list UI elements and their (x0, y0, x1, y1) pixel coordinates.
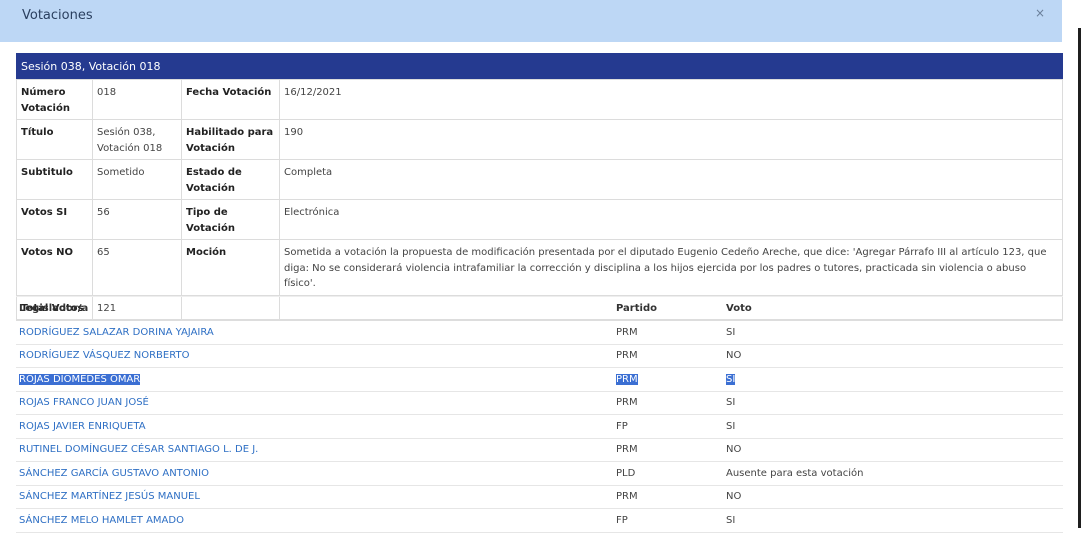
details-row: Título Sesión 038, Votación 018 Habilita… (16, 119, 1063, 160)
votos-no-label: Votos NO (16, 239, 93, 296)
titulo-label: Título (16, 119, 93, 160)
partido-header[interactable]: Partido (613, 296, 723, 321)
vote-cell: SI (723, 391, 1063, 415)
table-header-row: Legislador/a Partido Voto (16, 296, 1063, 321)
vote-cell-wrap: SI (723, 367, 1063, 392)
votos-si-value: 56 (92, 199, 182, 240)
habilitado-value: 190 (279, 119, 1063, 160)
vote-cell: NO (723, 485, 1063, 509)
fecha-label: Fecha Votación (181, 79, 280, 120)
party-cell: FP (613, 508, 723, 533)
table-row: SÁNCHEZ GARCÍA GUSTAVO ANTONIO PLD Ausen… (16, 461, 1063, 486)
legislator-name-link[interactable]: RODRÍGUEZ VÁSQUEZ NORBERTO (16, 344, 613, 368)
legislator-name-link[interactable]: RODRÍGUEZ SALAZAR DORINA YAJAIRA (16, 320, 613, 345)
fecha-value: 16/12/2021 (279, 79, 1063, 120)
vote-cell: SI (726, 373, 736, 385)
table-row: ROJAS JAVIER ENRIQUETA FP SI (16, 414, 1063, 439)
mocion-label: Moción (181, 239, 280, 296)
legislador-header[interactable]: Legislador/a (16, 296, 613, 321)
details-row: Subtitulo Sometido Estado de Votación Co… (16, 159, 1063, 200)
party-cell: PRM (613, 438, 723, 462)
modal-title: Votaciones (22, 8, 93, 23)
party-cell: PRM (613, 320, 723, 345)
party-cell: PRM (613, 485, 723, 509)
vote-cell: NO (723, 344, 1063, 368)
details-row: Votos NO 65 Moción Sometida a votación l… (16, 239, 1063, 296)
vote-cell: SI (723, 414, 1063, 439)
legislator-name-link[interactable]: SÁNCHEZ MELO HAMLET AMADO (16, 508, 613, 533)
party-cell: PRM (613, 391, 723, 415)
numero-value: 018 (92, 79, 182, 120)
habilitado-label: Habilitado para Votación (181, 119, 280, 160)
table-row: ROJAS FRANCO JUAN JOSÉ PRM SI (16, 391, 1063, 415)
tipo-label: Tipo de Votación (181, 199, 280, 240)
legislator-name-link[interactable]: ROJAS DIÓMEDES OMAR (19, 373, 141, 385)
table-row: RODRÍGUEZ SALAZAR DORINA YAJAIRA PRM SI (16, 320, 1063, 345)
modal-header: Votaciones × (0, 0, 1062, 42)
legislator-name-link[interactable]: RUTINEL DOMÍNGUEZ CÉSAR SANTIAGO L. DE J… (16, 438, 613, 462)
subtitulo-label: Subtitulo (16, 159, 93, 200)
table-row: SÁNCHEZ MARTÍNEZ JESÚS MANUEL PRM NO (16, 485, 1063, 509)
party-cell: FP (613, 414, 723, 439)
legislators-table: Legislador/a Partido Voto RODRÍGUEZ SALA… (16, 296, 1063, 533)
details-row: Votos SI 56 Tipo de Votación Electrónica (16, 199, 1063, 240)
numero-label: Número Votación (16, 79, 93, 120)
vote-cell: SI (723, 320, 1063, 345)
vote-cell: NO (723, 438, 1063, 462)
table-row: RUTINEL DOMÍNGUEZ CÉSAR SANTIAGO L. DE J… (16, 438, 1063, 462)
legislator-name-link[interactable]: SÁNCHEZ MARTÍNEZ JESÚS MANUEL (16, 485, 613, 509)
party-cell: PRM (613, 344, 723, 368)
close-icon[interactable]: × (1035, 6, 1045, 20)
voto-header[interactable]: Voto (723, 296, 1063, 321)
table-row: SÁNCHEZ MELO HAMLET AMADO FP SI (16, 508, 1063, 533)
details-row: Número Votación 018 Fecha Votación 16/12… (16, 79, 1063, 120)
mocion-value: Sometida a votación la propuesta de modi… (279, 239, 1063, 296)
legislator-name-link[interactable]: ROJAS JAVIER ENRIQUETA (16, 414, 613, 439)
subtitulo-value: Sometido (92, 159, 182, 200)
legislator-name-link[interactable]: SÁNCHEZ GARCÍA GUSTAVO ANTONIO (16, 461, 613, 486)
section-title-bar: Sesión 038, Votación 018 (16, 53, 1063, 79)
estado-label: Estado de Votación (181, 159, 280, 200)
table-row: RODRÍGUEZ VÁSQUEZ NORBERTO PRM NO (16, 344, 1063, 368)
vote-cell: Ausente para esta votación (723, 461, 1063, 486)
legislator-name-cell: ROJAS DIÓMEDES OMAR (16, 367, 613, 392)
window-edge (1077, 0, 1081, 528)
party-cell: PRM (616, 373, 638, 385)
table-row-selected: ROJAS DIÓMEDES OMAR PRM SI (16, 367, 1063, 392)
legislator-name-link[interactable]: ROJAS FRANCO JUAN JOSÉ (16, 391, 613, 415)
party-cell: PLD (613, 461, 723, 486)
party-cell-wrap: PRM (613, 367, 723, 392)
vote-details-table: Número Votación 018 Fecha Votación 16/12… (16, 79, 1063, 320)
estado-value: Completa (279, 159, 1063, 200)
votos-si-label: Votos SI (16, 199, 93, 240)
titulo-value: Sesión 038, Votación 018 (92, 119, 182, 160)
tipo-value: Electrónica (279, 199, 1063, 240)
votos-no-value: 65 (92, 239, 182, 296)
vote-cell: SI (723, 508, 1063, 533)
